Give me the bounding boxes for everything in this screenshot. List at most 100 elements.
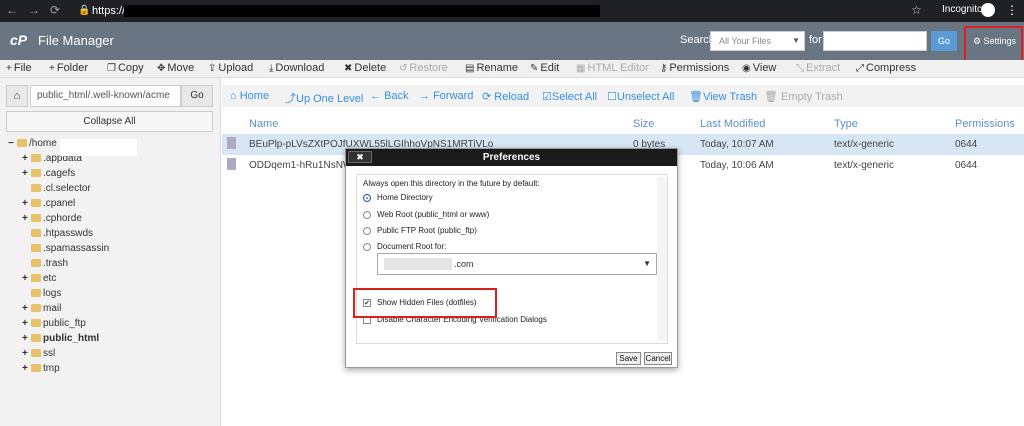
- new-folder-button[interactable]: + Folder: [49, 62, 88, 74]
- expand-icon[interactable]: +: [22, 198, 30, 209]
- tree-item[interactable]: − /home: [8, 138, 57, 149]
- file-permissions: 0644: [955, 160, 978, 171]
- nav-forward-button[interactable]: → Forward: [419, 90, 473, 102]
- tree-item[interactable]: + .cphorde: [22, 213, 82, 224]
- expand-icon[interactable]: +: [22, 318, 30, 329]
- tree-item-label: public_html: [43, 333, 100, 344]
- forward-arrow-icon[interactable]: →: [28, 3, 40, 17]
- incognito-label: Incognito: [942, 4, 983, 15]
- extract-button[interactable]: ⤡ Extract: [796, 62, 840, 74]
- expand-icon[interactable]: +: [22, 273, 30, 284]
- compress-button[interactable]: ⤢ Compress: [856, 62, 916, 74]
- nav-unselect-all-button[interactable]: ☐Unselect All: [607, 90, 674, 103]
- nav-empty-trash-button[interactable]: 🗑 Empty Trash: [764, 90, 843, 103]
- column-last-modified[interactable]: Last Modified: [700, 118, 765, 130]
- home-button[interactable]: ⌂: [6, 85, 28, 107]
- expand-icon[interactable]: +: [22, 153, 30, 164]
- html-editor-button[interactable]: ▦ HTML Editor: [576, 62, 649, 74]
- html-editor-icon: ▦: [576, 63, 586, 74]
- bookmark-star-icon[interactable]: ☆: [911, 3, 922, 17]
- tree-item[interactable]: .spamassassin: [22, 243, 109, 254]
- folder-icon: [31, 274, 41, 282]
- restore-button[interactable]: ↺ Restore: [399, 62, 448, 74]
- preferences-dialog: Preferences ✖ Always open this directory…: [345, 148, 678, 368]
- expand-icon[interactable]: +: [22, 213, 30, 224]
- path-input[interactable]: public_html/.well-known/acme: [30, 85, 181, 107]
- dialog-title: Preferences: [346, 149, 677, 166]
- view-button[interactable]: ◉ View: [742, 62, 776, 74]
- search-go-button[interactable]: Go: [931, 31, 957, 51]
- tree-item[interactable]: logs: [22, 288, 61, 299]
- tree-item[interactable]: .cl.selector: [22, 183, 91, 194]
- radio-public-ftp-root[interactable]: [363, 227, 371, 235]
- edit-icon: ✎: [530, 63, 539, 74]
- expand-icon[interactable]: +: [22, 303, 30, 314]
- close-icon[interactable]: ✖: [348, 151, 372, 163]
- home-icon: ⌂: [230, 90, 237, 102]
- collapse-all-button[interactable]: Collapse All: [6, 111, 213, 132]
- edit-button[interactable]: ✎ Edit: [530, 62, 559, 74]
- browser-menu-icon[interactable]: ⋮: [1006, 3, 1018, 17]
- search-scope-select[interactable]: All Your Files ▼: [710, 31, 805, 51]
- radio-document-root[interactable]: [363, 243, 371, 251]
- permissions-button[interactable]: ⚷ Permissions: [660, 62, 729, 74]
- nav-view-trash-button[interactable]: 🗑View Trash: [689, 90, 757, 103]
- column-permissions[interactable]: Permissions: [955, 118, 1015, 130]
- option-document-root-label: Document Root for:: [377, 242, 447, 251]
- column-type[interactable]: Type: [834, 118, 858, 130]
- trash-icon: 🗑: [689, 91, 703, 103]
- collapse-icon[interactable]: −: [8, 138, 16, 149]
- search-input[interactable]: [823, 31, 927, 51]
- new-file-button[interactable]: + File: [6, 62, 32, 74]
- domain-redaction: [384, 258, 452, 270]
- checkbox-checked-icon: ☑: [542, 91, 552, 103]
- up-arrow-icon: ⤴: [285, 93, 296, 105]
- nav-select-all-button[interactable]: ☑Select All: [542, 90, 597, 103]
- tree-item[interactable]: + tmp: [22, 363, 60, 374]
- tree-item[interactable]: + public_html: [22, 333, 99, 344]
- default-directory-intro: Always open this directory in the future…: [363, 179, 540, 188]
- reload-icon[interactable]: ⟳: [50, 3, 60, 17]
- tree-item[interactable]: + public_ftp: [22, 318, 86, 329]
- file-toolbar: + File + Folder ❐ Copy ✥ Move ⇪ Upload ⤓ Downl…: [0, 60, 1024, 78]
- tree-item[interactable]: + etc: [22, 273, 56, 284]
- delete-button[interactable]: ✖ Delete: [344, 62, 386, 74]
- column-size[interactable]: Size: [633, 118, 654, 130]
- back-arrow-icon[interactable]: ←: [6, 3, 18, 17]
- column-name[interactable]: Name: [249, 118, 278, 130]
- move-button[interactable]: ✥ Move: [157, 62, 194, 74]
- tree-item[interactable]: .htpasswds: [22, 228, 93, 239]
- expand-icon[interactable]: +: [22, 348, 30, 359]
- compress-icon: ⤢: [856, 63, 864, 74]
- nav-back-button[interactable]: ← Back: [370, 90, 409, 102]
- document-root-select[interactable]: .com ▼: [377, 253, 657, 275]
- nav-reload-button[interactable]: ⟳ Reload: [482, 90, 529, 103]
- nav-up-one-level-button[interactable]: ⤴Up One Level: [285, 90, 363, 106]
- cancel-button[interactable]: Cancel: [644, 352, 672, 365]
- tree-item[interactable]: + mail: [22, 303, 61, 314]
- radio-home-directory[interactable]: [363, 194, 371, 202]
- radio-web-root[interactable]: [363, 211, 371, 219]
- expand-icon[interactable]: +: [22, 333, 30, 344]
- for-label: for: [809, 34, 822, 46]
- path-go-button[interactable]: Go: [181, 85, 213, 107]
- restore-icon: ↺: [399, 63, 408, 74]
- tree-item[interactable]: + .cagefs: [22, 168, 75, 179]
- dialog-scrollbar[interactable]: [657, 177, 667, 341]
- tree-item[interactable]: + .cpanel: [22, 198, 75, 209]
- rename-button[interactable]: ▤ Rename: [465, 62, 518, 74]
- tree-item[interactable]: + ssl: [22, 348, 55, 359]
- url-redaction: [124, 5, 600, 17]
- tree-item-label: logs: [43, 288, 62, 299]
- nav-home-button[interactable]: ⌂ Home: [230, 90, 269, 102]
- upload-button[interactable]: ⇪ Upload: [208, 62, 253, 74]
- tree-item[interactable]: .trash: [22, 258, 68, 269]
- tree-item-label: .cphorde: [43, 213, 82, 224]
- copy-button[interactable]: ❐ Copy: [107, 62, 144, 74]
- expand-icon[interactable]: +: [22, 168, 30, 179]
- download-button[interactable]: ⤓ Download: [269, 62, 324, 74]
- file-name: ODDqem1-hRu1NsNW: [249, 160, 353, 171]
- address-bar[interactable]: 🔒 https://: [72, 2, 600, 20]
- expand-icon[interactable]: +: [22, 363, 30, 374]
- save-button[interactable]: Save: [616, 352, 641, 365]
